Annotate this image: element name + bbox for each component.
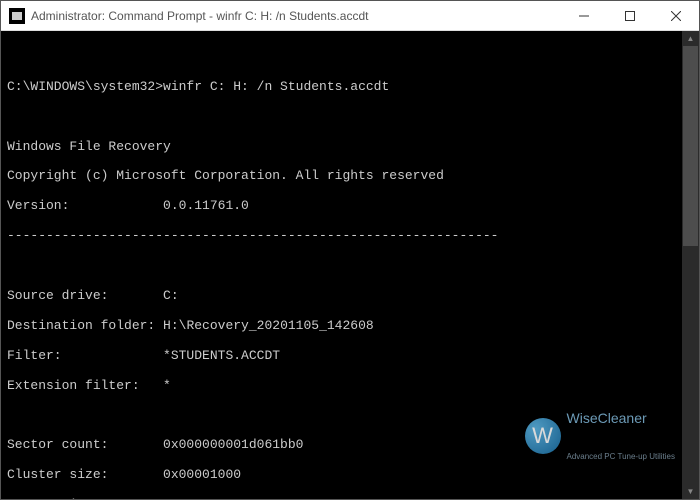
empty-line xyxy=(7,50,693,65)
maximize-icon xyxy=(625,11,635,21)
window-title: Administrator: Command Prompt - winfr C:… xyxy=(31,9,561,23)
vertical-scrollbar[interactable]: ▲ ▼ xyxy=(682,31,699,499)
empty-line xyxy=(7,259,693,274)
maximize-button[interactable] xyxy=(607,1,653,31)
scroll-up-icon[interactable]: ▲ xyxy=(682,31,699,46)
prompt-line: C:\WINDOWS\system32>winfr C: H: /n Stude… xyxy=(7,80,693,95)
filter: Filter: *STUDENTS.ACCDT xyxy=(7,349,693,364)
source-drive: Source drive: C: xyxy=(7,289,693,304)
titlebar[interactable]: Administrator: Command Prompt - winfr C:… xyxy=(1,1,699,31)
close-button[interactable] xyxy=(653,1,699,31)
version-line: Version: 0.0.11761.0 xyxy=(7,199,693,214)
empty-line xyxy=(7,110,693,125)
watermark: W WiseCleaner Advanced PC Tune-up Utilit… xyxy=(525,383,676,489)
watermark-name: WiseCleaner xyxy=(567,411,676,425)
dest-folder: Destination folder: H:\Recovery_20201105… xyxy=(7,319,693,334)
terminal-output[interactable]: C:\WINDOWS\system32>winfr C: H: /n Stude… xyxy=(1,31,699,499)
divider: ----------------------------------------… xyxy=(7,229,693,244)
window-controls xyxy=(561,1,699,31)
command-prompt-window: Administrator: Command Prompt - winfr C:… xyxy=(0,0,700,500)
scrollbar-thumb[interactable] xyxy=(683,46,698,246)
watermark-logo-icon: W xyxy=(525,418,561,454)
app-header: Windows File Recovery xyxy=(7,140,693,155)
sector-size: Sector size: 0x00000200 xyxy=(7,498,693,499)
cmd-icon xyxy=(9,8,25,24)
minimize-button[interactable] xyxy=(561,1,607,31)
watermark-text: WiseCleaner Advanced PC Tune-up Utilitie… xyxy=(567,383,676,489)
scroll-down-icon[interactable]: ▼ xyxy=(682,484,699,499)
watermark-tagline: Advanced PC Tune-up Utilities xyxy=(567,453,676,461)
copyright: Copyright (c) Microsoft Corporation. All… xyxy=(7,169,693,184)
close-icon xyxy=(671,11,681,21)
minimize-icon xyxy=(579,11,589,21)
